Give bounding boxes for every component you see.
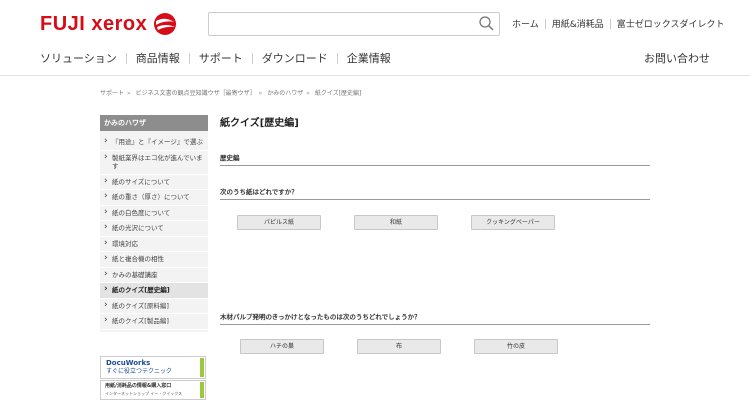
sidebar-item-quiz-product[interactable]: 紙のクイズ[製品編] bbox=[100, 314, 208, 330]
breadcrumb-item[interactable]: サポート bbox=[100, 90, 124, 97]
divider bbox=[188, 52, 190, 64]
sidebar-item-usage-image[interactable]: 『用途』と『イメージ』で選ぶ bbox=[100, 135, 208, 151]
section-heading: 歴史編 bbox=[220, 152, 650, 166]
answer-button-washi[interactable]: 和紙 bbox=[354, 215, 438, 230]
sidebar-item-paper-size[interactable]: 紙のサイズについて bbox=[100, 175, 208, 190]
breadcrumb: サポート» ビジネス文書の観点豆知識ウザ［最寄ウザ］» かみのハワザ» 紙クイズ… bbox=[100, 88, 361, 97]
question-1: 次のうち紙はどれですか？ bbox=[220, 186, 650, 200]
logo-text: FUJI xerox bbox=[40, 12, 148, 35]
sidebar: かみのハワザ 『用途』と『イメージ』で選ぶ 製紙業界はエコ化が進んでいます 紙の… bbox=[100, 115, 208, 332]
direct-link[interactable]: 富士ゼロックスダイレクト bbox=[617, 17, 725, 30]
breadcrumb-item[interactable]: ビジネス文書の観点豆知識ウザ［最寄ウザ］ bbox=[136, 90, 256, 97]
logo-sphere-icon bbox=[154, 13, 177, 35]
sidebar-item-eco[interactable]: 製紙業界はエコ化が進んでいます bbox=[100, 151, 208, 175]
page-title: 紙クイズ[歴史編] bbox=[220, 118, 299, 129]
answer-button-bamboo-skin[interactable]: 竹の皮 bbox=[474, 339, 558, 354]
sidebar-item-gloss[interactable]: 紙の光沢について bbox=[100, 221, 208, 237]
answer-button-papyrus[interactable]: パピルス紙 bbox=[237, 215, 321, 230]
supplies-banner-subtitle: インターネットショップ イー・クイックス bbox=[105, 391, 183, 396]
search-box bbox=[208, 12, 500, 36]
supplies-banner[interactable]: 用紙/消耗品の情報&購入窓口 インターネットショップ イー・クイックス bbox=[100, 380, 206, 400]
breadcrumb-current: 紙クイズ[歴史編] bbox=[314, 90, 362, 97]
sidebar-menu: 『用途』と『イメージ』で選ぶ 製紙業界はエコ化が進んでいます 紙のサイズについて… bbox=[100, 131, 208, 332]
answer-button-cooking-paper[interactable]: クッキングペーパー bbox=[471, 215, 555, 230]
question-2: 木材パルプ発明のきっかけとなったものは次のうちどれでしょうか？ bbox=[220, 311, 650, 325]
supplies-link[interactable]: 用紙&消耗品 bbox=[552, 17, 604, 30]
breadcrumb-item[interactable]: かみのハワザ bbox=[267, 90, 303, 97]
divider bbox=[544, 18, 546, 29]
banner-accent-bar bbox=[200, 382, 204, 398]
sidebar-item-compatibility[interactable]: 紙と複合機の相性 bbox=[100, 252, 208, 268]
sidebar-item-environment[interactable]: 環境対応 bbox=[100, 237, 208, 252]
docuworks-banner-subtitle: すぐに役立つテクニック bbox=[106, 368, 173, 375]
divider bbox=[125, 52, 127, 64]
docuworks-banner[interactable]: DocuWorks すぐに役立つテクニック bbox=[100, 356, 206, 379]
sidebar-item-quiz-history[interactable]: 紙のクイズ[歴史編] bbox=[100, 283, 208, 299]
nav-item-products[interactable]: 商品情報 bbox=[136, 50, 180, 66]
answer-button-cloth[interactable]: 布 bbox=[357, 339, 441, 354]
home-link[interactable]: ホーム bbox=[512, 17, 539, 30]
contact-link[interactable]: お問い合わせ bbox=[644, 50, 710, 66]
sidebar-title: かみのハワザ bbox=[100, 115, 208, 131]
answer-button-wasp-nest[interactable]: ハチの巣 bbox=[240, 339, 324, 354]
banner-accent-bar bbox=[200, 358, 204, 377]
main-nav: ソリューション 商品情報 サポート ダウンロード 企業情報 bbox=[40, 50, 391, 66]
docuworks-banner-title: DocuWorks bbox=[106, 359, 151, 367]
nav-item-download[interactable]: ダウンロード bbox=[262, 50, 328, 66]
sidebar-item-paper-weight[interactable]: 紙の重さ（厚さ）について bbox=[100, 190, 208, 206]
fuji-xerox-logo[interactable]: FUJI xerox bbox=[40, 12, 177, 36]
nav-item-support[interactable]: サポート bbox=[199, 50, 243, 66]
sidebar-item-quiz-material[interactable]: 紙のクイズ[原料編] bbox=[100, 299, 208, 314]
breadcrumb-separator: » bbox=[127, 90, 131, 97]
top-links: ホーム 用紙&消耗品 富士ゼロックスダイレクト bbox=[512, 17, 725, 30]
nav-item-solutions[interactable]: ソリューション bbox=[40, 50, 117, 66]
breadcrumb-separator: » bbox=[258, 90, 263, 97]
supplies-banner-title: 用紙/消耗品の情報&購入窓口 bbox=[105, 383, 172, 389]
search-input[interactable] bbox=[215, 15, 475, 36]
divider bbox=[609, 18, 611, 29]
sidebar-item-basics[interactable]: かみの基礎講座 bbox=[100, 268, 208, 283]
search-icon[interactable] bbox=[479, 16, 494, 31]
divider bbox=[251, 52, 253, 64]
header-divider bbox=[0, 75, 750, 76]
divider bbox=[336, 52, 338, 64]
nav-item-corporate[interactable]: 企業情報 bbox=[347, 50, 391, 66]
breadcrumb-separator: » bbox=[306, 90, 310, 97]
sidebar-item-whiteness[interactable]: 紙の白色度について bbox=[100, 206, 208, 221]
